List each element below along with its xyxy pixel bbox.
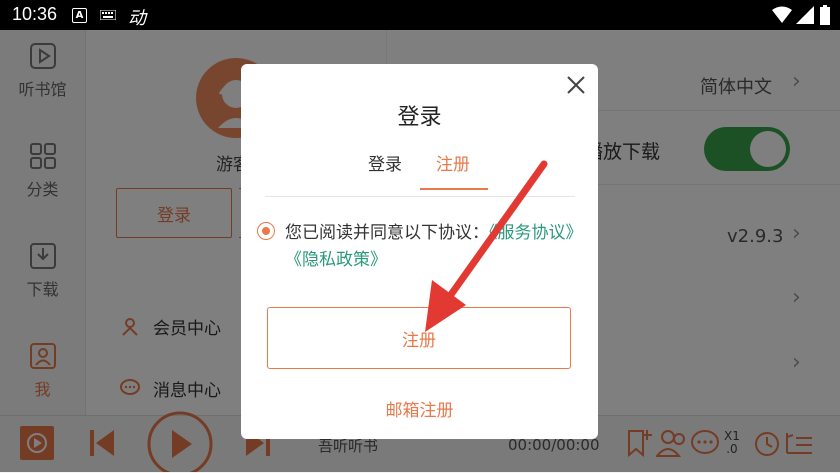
auth-dialog: 登录 登录 注册 您已阅读并同意以下协议：《服务协议》《隐私政策》 注册 邮箱注…	[241, 64, 598, 439]
close-icon[interactable]	[561, 70, 591, 100]
keyboard-icon	[100, 10, 116, 20]
service-agreement-link[interactable]: 《服务协议》	[489, 223, 583, 243]
wifi-icon	[772, 6, 792, 23]
tab-divider	[265, 196, 575, 197]
battery-icon	[820, 5, 830, 25]
tab-register[interactable]: 注册	[436, 150, 470, 175]
register-button[interactable]: 注册	[267, 307, 571, 369]
agreement-text: 您已阅读并同意以下协议：《服务协议》《隐私政策》	[285, 220, 585, 274]
email-register-link[interactable]: 邮箱注册	[241, 396, 598, 421]
dialog-title: 登录	[397, 105, 442, 130]
privacy-policy-link[interactable]: 《隐私政策》	[285, 250, 387, 270]
ime-indicator: 动	[128, 8, 146, 29]
status-bar: 10:36 A 动	[0, 0, 840, 30]
agreement-radio[interactable]	[257, 222, 275, 240]
signal-icon	[796, 6, 814, 24]
active-tab-indicator	[420, 188, 488, 190]
agreement-prefix: 您已阅读并同意以下协议：	[285, 223, 489, 243]
status-time: 10:36	[12, 4, 58, 24]
tab-login[interactable]: 登录	[368, 150, 402, 175]
a-badge-icon: A	[72, 8, 87, 23]
